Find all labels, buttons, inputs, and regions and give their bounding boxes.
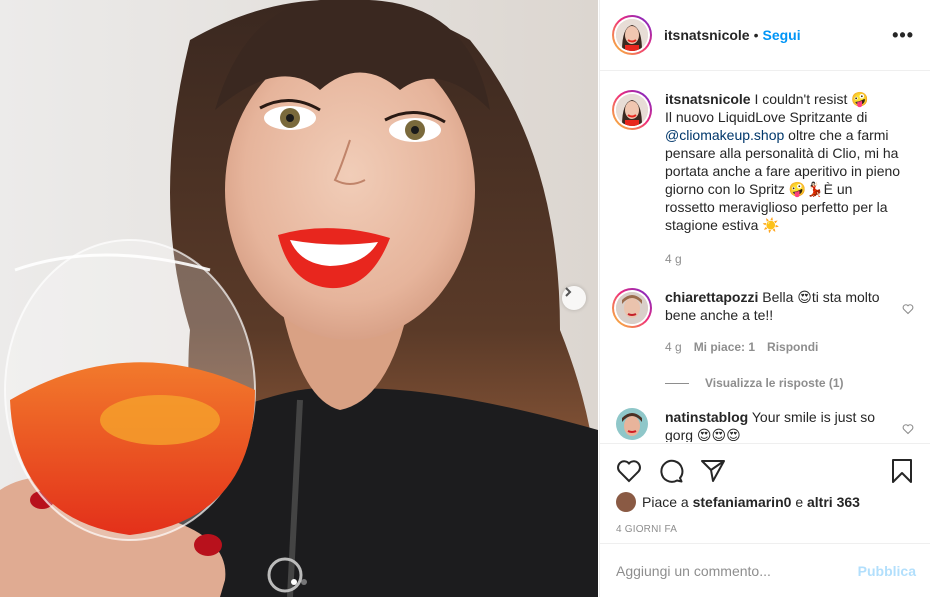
comment-likes[interactable]: Mi piace: 1	[694, 338, 755, 356]
follow-button[interactable]: Segui	[763, 27, 801, 43]
post-photo[interactable]	[0, 0, 598, 597]
heart-icon	[902, 304, 914, 315]
commenter-avatar[interactable]	[616, 408, 648, 440]
likes-prefix: Piace a	[642, 494, 689, 510]
liker-username[interactable]: stefaniamarin0	[693, 494, 792, 510]
separator-dot: •	[753, 27, 759, 43]
more-options-button[interactable]: •••	[892, 25, 914, 46]
comments-list[interactable]: itsnatsnicole I couldn't resist 🤪 Il nuo…	[600, 72, 930, 442]
comment-input[interactable]	[616, 562, 858, 579]
caption-avatar[interactable]	[612, 90, 652, 130]
replies-divider	[665, 382, 689, 384]
liker-avatar	[616, 492, 636, 512]
author-avatar[interactable]	[612, 15, 652, 55]
carousel-dot	[291, 579, 297, 585]
share-button[interactable]	[700, 458, 726, 484]
selfie-image	[0, 0, 598, 597]
avatar-picture	[616, 19, 648, 51]
caption-text: I couldn't resist 🤪	[754, 91, 869, 107]
heart-icon	[617, 460, 641, 483]
like-comment-button[interactable]	[902, 302, 914, 318]
comment-bubble-icon	[660, 459, 684, 483]
caption-username[interactable]: itsnatsnicole	[665, 91, 751, 107]
carousel-dot	[301, 579, 307, 585]
caption-text: Il nuovo LiquidLove Spritzante di	[665, 109, 868, 125]
carousel-indicator	[0, 579, 598, 585]
comment-username[interactable]: chiarettapozzi	[665, 289, 758, 305]
likes-summary[interactable]: Piace a stefaniamarin0 e altri 363	[616, 492, 914, 512]
heart-icon	[902, 424, 914, 435]
post-side-panel: itsnatsnicole • Segui ••• itsnatsnicole …	[599, 0, 930, 597]
mention-link[interactable]: @cliomakeup.shop	[665, 127, 784, 143]
comment-username[interactable]: natinstablog	[665, 409, 748, 425]
comment-age[interactable]: 4 g	[665, 338, 682, 356]
post-actions: Piace a stefaniamarin0 e altri 363 4 gio…	[600, 443, 930, 535]
commenter-avatar[interactable]	[612, 288, 652, 328]
avatar-picture	[616, 408, 648, 440]
like-button[interactable]	[616, 459, 642, 483]
comment: natinstablog Your smile is just so gorg …	[612, 408, 914, 442]
save-button[interactable]	[890, 458, 914, 484]
chevron-right-icon	[565, 287, 572, 297]
bookmark-icon	[892, 459, 912, 483]
post-comment-button[interactable]: Pubblica	[858, 563, 916, 579]
reply-button[interactable]: Rispondi	[767, 338, 818, 356]
comment: chiarettapozzi Bella 😍ti sta molto bene …	[612, 288, 914, 356]
post-header: itsnatsnicole • Segui •••	[600, 0, 930, 71]
view-replies-button[interactable]: Visualizza le risposte (1)	[665, 376, 914, 390]
post-timestamp[interactable]: 4 giorni fa	[616, 524, 914, 535]
like-comment-button[interactable]	[902, 422, 914, 438]
next-photo-button[interactable]	[562, 286, 586, 310]
caption-age[interactable]: 4 g	[665, 250, 682, 268]
avatar-picture	[616, 94, 648, 126]
add-comment-bar: Pubblica	[600, 543, 930, 597]
avatar-picture	[616, 292, 648, 324]
likes-others[interactable]: altri 363	[807, 494, 860, 510]
caption: itsnatsnicole I couldn't resist 🤪 Il nuo…	[612, 90, 914, 268]
likes-middle: e	[795, 494, 804, 510]
view-replies-label: Visualizza le risposte (1)	[705, 376, 844, 390]
author-username[interactable]: itsnatsnicole	[664, 27, 750, 43]
comment-button[interactable]	[658, 458, 684, 484]
paper-plane-icon	[701, 460, 725, 482]
